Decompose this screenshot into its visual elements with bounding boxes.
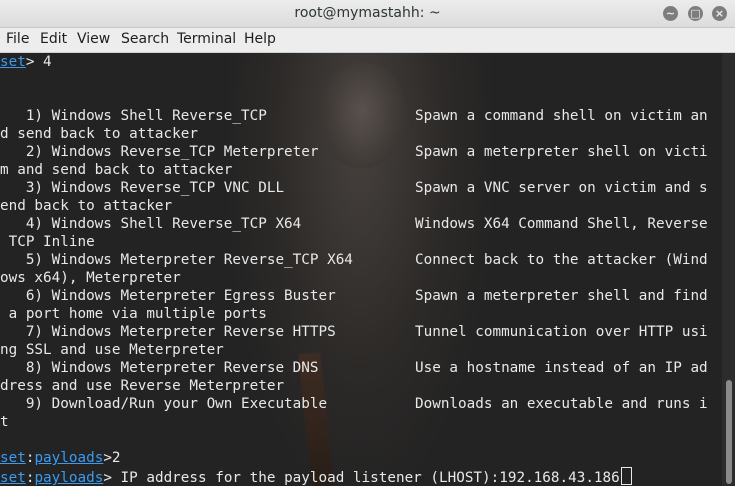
payload-option-name: 7) Windows Meterpreter Reverse HTTPS <box>0 324 336 340</box>
minimize-button[interactable]: ~ <box>663 6 678 21</box>
payload-option-description: Use a hostname instead of an IP ad <box>415 360 708 376</box>
minimize-icon: ~ <box>665 7 676 20</box>
payload-option-description: Spawn a VNC server on victim and s <box>415 180 708 196</box>
payload-option: 6) Windows Meterpreter Egress Buster Spaw… <box>0 287 722 305</box>
payload-option-name: 5) Windows Meterpreter Reverse_TCP X64 <box>0 252 353 268</box>
close-icon: × <box>714 7 725 20</box>
prompt-set: set <box>0 54 26 70</box>
payload-option: 5) Windows Meterpreter Reverse_TCP X64 Co… <box>0 251 722 269</box>
payload-option-description-wrap: ng SSL and use Meterpreter <box>0 342 224 358</box>
payload-option: 7) Windows Meterpreter Reverse HTTPS Tunn… <box>0 323 722 341</box>
window-title: root@mymastahh: ~ <box>294 5 441 21</box>
payload-option-description-wrap: TCP Inline <box>0 234 95 250</box>
scrollbar-thumb[interactable] <box>726 380 732 484</box>
payload-option: 8) Windows Meterpreter Reverse DNS Use a … <box>0 359 722 377</box>
menu-help[interactable]: Help <box>244 31 276 47</box>
payload-option-description: Downloads an executable and runs i <box>415 396 708 412</box>
payload-option-name: 6) Windows Meterpreter Egress Buster <box>0 288 336 304</box>
terminal-line-choice: set:payloads>2 <box>0 449 121 467</box>
payload-option: 2) Windows Reverse_TCP Meterpreter Spawn … <box>0 143 722 161</box>
payload-option-description-wrap: end back to attacker <box>0 198 173 214</box>
prompt-input: > 4 <box>25 54 52 70</box>
menu-file[interactable]: File <box>6 31 29 47</box>
menu-bar: File Edit View Search Terminal Help <box>0 28 735 53</box>
maximize-icon: □ <box>690 7 701 20</box>
prompt-set: set <box>0 470 26 486</box>
payload-option: 1) Windows Shell Reverse_TCP Spawn a comm… <box>0 107 722 125</box>
terminal-line-lhost[interactable]: set:payloads> IP address for the payload… <box>0 467 632 486</box>
payload-option-description: Spawn a meterpreter shell and find <box>415 288 708 304</box>
close-button[interactable]: × <box>712 6 727 21</box>
payload-option-description-wrap: d send back to attacker <box>0 126 198 142</box>
payload-option-description: Spawn a meterpreter shell on victi <box>415 144 708 160</box>
terminal-line: set> 4 <box>0 53 52 71</box>
menu-search[interactable]: Search <box>121 31 169 47</box>
payload-option-description: Connect back to the attacker (Wind <box>415 252 708 268</box>
payload-option-name: 8) Windows Meterpreter Reverse DNS <box>0 360 319 376</box>
payload-option-description: Windows X64 Command Shell, Reverse <box>415 216 708 232</box>
payload-option-description-wrap: dress and use Reverse Meterpreter <box>0 378 285 394</box>
terminal-output[interactable]: set> 4 1) Windows Shell Reverse_TCP Spawn… <box>0 53 722 486</box>
payload-option-name: 9) Download/Run your Own Executable <box>0 396 328 412</box>
payload-option-description: Spawn a command shell on victim an <box>415 108 708 124</box>
payload-option-description-wrap: t <box>0 414 9 430</box>
payload-option: 9) Download/Run your Own Executable Downl… <box>0 395 722 413</box>
payload-option: 3) Windows Reverse_TCP VNC DLL Spawn a VN… <box>0 179 722 197</box>
payload-option-name: 4) Windows Shell Reverse_TCP X64 <box>0 216 302 232</box>
window-titlebar[interactable]: root@mymastahh: ~ ~ □ × <box>0 0 735 28</box>
payload-option: 4) Windows Shell Reverse_TCP X64 Windows … <box>0 215 722 233</box>
payload-option-description-wrap: a port home via multiple ports <box>0 306 267 322</box>
menu-view[interactable]: View <box>77 31 110 47</box>
maximize-button[interactable]: □ <box>688 6 703 21</box>
prompt-payloads: payloads <box>34 470 104 486</box>
text-cursor <box>620 467 632 485</box>
menu-edit[interactable]: Edit <box>40 31 67 47</box>
payload-option-description: Tunnel communication over HTTP usi <box>415 324 708 340</box>
prompt-payloads: payloads <box>34 450 104 466</box>
payload-option-description-wrap: ows x64), Meterpreter <box>0 270 181 286</box>
prompt-set: set <box>0 450 26 466</box>
lhost-input[interactable]: > IP address for the payload listener (L… <box>103 470 619 486</box>
payload-option-name: 3) Windows Reverse_TCP VNC DLL <box>0 180 285 196</box>
menu-terminal[interactable]: Terminal <box>177 31 236 47</box>
payload-option-description-wrap: m and send back to attacker <box>0 162 233 178</box>
prompt-input: >2 <box>103 450 121 466</box>
payload-option-name: 2) Windows Reverse_TCP Meterpreter <box>0 144 319 160</box>
payload-option-name: 1) Windows Shell Reverse_TCP <box>0 108 267 124</box>
